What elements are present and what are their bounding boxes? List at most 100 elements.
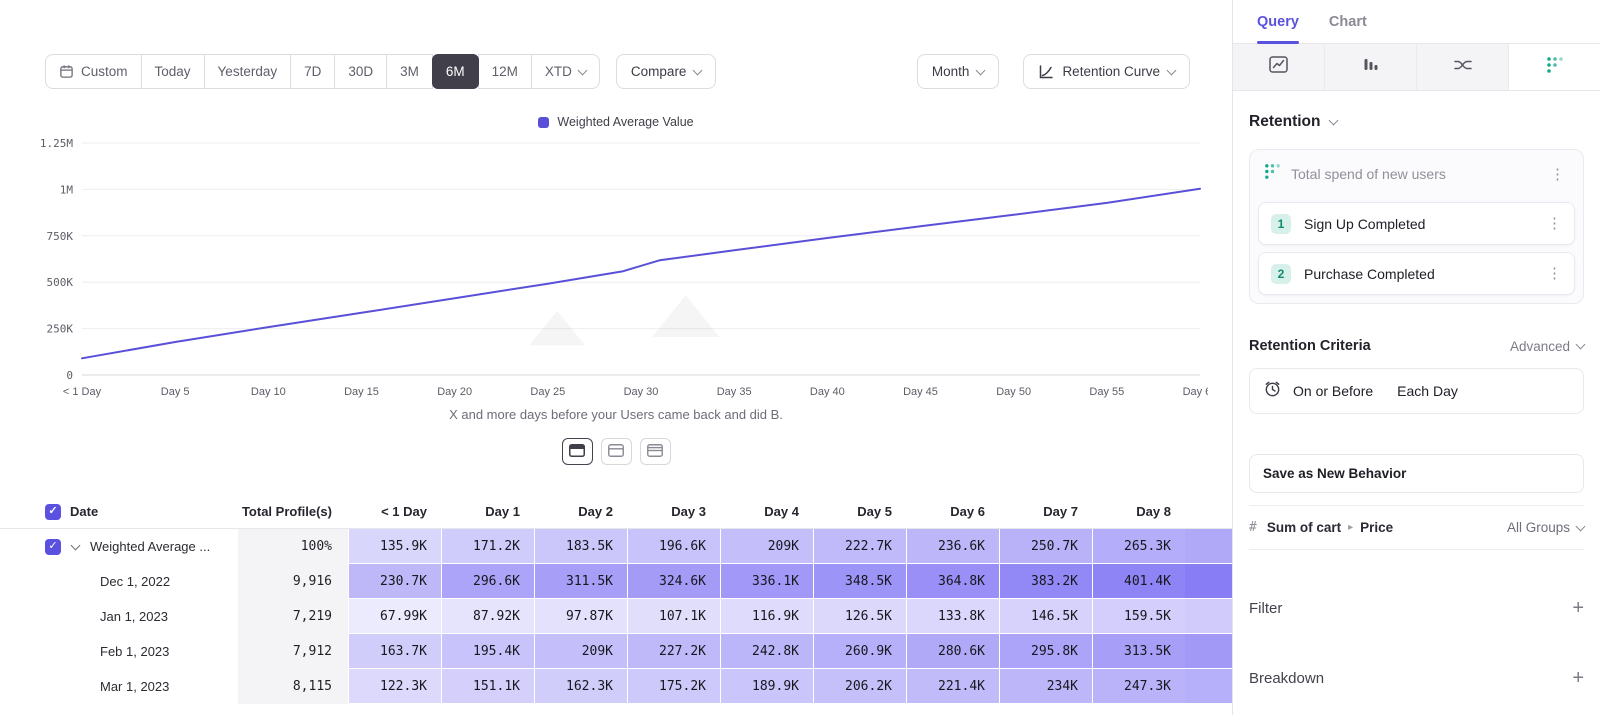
criteria-frequency[interactable]: Each Day: [1397, 383, 1458, 399]
retention-cell[interactable]: 146.5K: [999, 599, 1092, 634]
retention-cell[interactable]: 401.4K: [1092, 564, 1185, 599]
add-breakdown-button[interactable]: +: [1572, 668, 1584, 688]
tab-chart[interactable]: Chart: [1329, 14, 1367, 43]
retention-section-dropdown[interactable]: Retention: [1249, 113, 1584, 131]
retention-cell[interactable]: 195.4K: [441, 634, 534, 669]
retention-cell[interactable]: 159.5K: [1092, 599, 1185, 634]
range-button-6m[interactable]: 6M: [432, 54, 479, 89]
retention-chart-svg[interactable]: 0250K500K750K1M1.25M< 1 DayDay 5Day 10Da…: [24, 133, 1208, 405]
retention-cell[interactable]: 135.9K: [348, 529, 441, 564]
retention-cell[interactable]: 313.5K: [1092, 634, 1185, 669]
retention-cell[interactable]: 348.5K: [813, 564, 906, 599]
retention-cell[interactable]: 295.8K: [999, 634, 1092, 669]
range-button-today[interactable]: Today: [141, 54, 205, 89]
chart-type-dropdown[interactable]: Retention Curve: [1023, 54, 1190, 89]
retention-cell[interactable]: 324.6K: [627, 564, 720, 599]
range-button-xtd[interactable]: XTD: [531, 54, 600, 89]
retention-cell[interactable]: 122.3K: [348, 669, 441, 704]
range-button-30d[interactable]: 30D: [334, 54, 387, 89]
retention-cell[interactable]: 116.9K: [720, 599, 813, 634]
table-row[interactable]: Jan 1, 20237,21967.99K87.92K97.87K107.1K…: [0, 599, 1232, 634]
advanced-dropdown[interactable]: Advanced: [1510, 339, 1584, 354]
criteria-condition[interactable]: On or Before: [1293, 383, 1373, 399]
column-header-day-5[interactable]: Day 5: [813, 495, 906, 528]
criteria-row[interactable]: On or Before Each Day: [1249, 368, 1584, 414]
range-button-7d[interactable]: 7D: [290, 54, 335, 89]
retention-cell[interactable]: 151.1K: [441, 669, 534, 704]
retention-cell[interactable]: 175.2K: [627, 669, 720, 704]
retention-cell[interactable]: 250.7K: [999, 529, 1092, 564]
flows-report-button[interactable]: [1417, 44, 1509, 90]
table-layout-table-button[interactable]: [640, 438, 671, 465]
select-all-checkbox[interactable]: ✓: [45, 504, 61, 520]
funnels-report-button[interactable]: [1325, 44, 1417, 90]
retention-cell[interactable]: 87.92K: [441, 599, 534, 634]
column-header-day-1[interactable]: Day 1: [441, 495, 534, 528]
tab-query[interactable]: Query: [1257, 14, 1299, 43]
column-header-total-profile-s-[interactable]: Total Profile(s): [238, 495, 348, 528]
retention-cell[interactable]: 280.6K: [906, 634, 999, 669]
retention-cell[interactable]: 107.1K: [627, 599, 720, 634]
table-row[interactable]: Dec 1, 20229,916230.7K296.6K311.5K324.6K…: [0, 564, 1232, 599]
retention-cell[interactable]: 311.5K: [534, 564, 627, 599]
retention-cell[interactable]: 236.6K: [906, 529, 999, 564]
column-header-day-3[interactable]: Day 3: [627, 495, 720, 528]
table-row[interactable]: Mar 1, 20238,115122.3K151.1K162.3K175.2K…: [0, 669, 1232, 704]
compare-button[interactable]: Compare: [616, 54, 717, 89]
column-header-day-4[interactable]: Day 4: [720, 495, 813, 528]
retention-cell[interactable]: 162.3K: [534, 669, 627, 704]
retention-cell[interactable]: 383.2K: [999, 564, 1092, 599]
retention-cell[interactable]: 247.3K: [1092, 669, 1185, 704]
retention-cell[interactable]: 67.99K: [348, 599, 441, 634]
table-layout-chart-button[interactable]: [601, 438, 632, 465]
column-header-day-6[interactable]: Day 6: [906, 495, 999, 528]
retention-cell[interactable]: 171.2K: [441, 529, 534, 564]
row-checkbox[interactable]: ✓: [45, 539, 61, 555]
behavior-step-2[interactable]: 2 Purchase Completed ⋮: [1258, 252, 1575, 295]
kebab-menu-icon[interactable]: ⋮: [1543, 266, 1566, 281]
retention-cell[interactable]: 364.8K: [906, 564, 999, 599]
add-filter-button[interactable]: +: [1572, 598, 1584, 618]
table-row[interactable]: Feb 1, 20237,912163.7K195.4K209K227.2K24…: [0, 634, 1232, 669]
column-header-day-2[interactable]: Day 2: [534, 495, 627, 528]
kebab-menu-icon[interactable]: ⋮: [1546, 167, 1569, 182]
retention-cell[interactable]: 133.8K: [906, 599, 999, 634]
behavior-step-1[interactable]: 1 Sign Up Completed ⋮: [1258, 202, 1575, 245]
chevron-down-icon[interactable]: [71, 540, 81, 550]
table-row[interactable]: ✓Weighted Average ...100%135.9K171.2K183…: [0, 529, 1232, 564]
retention-cell[interactable]: 209K: [720, 529, 813, 564]
retention-cell[interactable]: 227.2K: [627, 634, 720, 669]
retention-cell[interactable]: 221.4K: [906, 669, 999, 704]
retention-cell[interactable]: 296.6K: [441, 564, 534, 599]
retention-cell[interactable]: 222.7K: [813, 529, 906, 564]
column-header-day-8[interactable]: Day 8: [1092, 495, 1185, 528]
retention-cell[interactable]: 336.1K: [720, 564, 813, 599]
retention-cell[interactable]: 230.7K: [348, 564, 441, 599]
range-button-12m[interactable]: 12M: [478, 54, 532, 89]
range-button-custom[interactable]: Custom: [45, 54, 142, 89]
retention-cell[interactable]: 183.5K: [534, 529, 627, 564]
retention-cell[interactable]: 206.2K: [813, 669, 906, 704]
retention-cell[interactable]: 163.7K: [348, 634, 441, 669]
kebab-menu-icon[interactable]: ⋮: [1543, 216, 1566, 231]
retention-report-button[interactable]: [1509, 44, 1600, 90]
column-header--1-day[interactable]: < 1 Day: [348, 495, 441, 528]
retention-cell[interactable]: 260.9K: [813, 634, 906, 669]
retention-cell[interactable]: 265.3K: [1092, 529, 1185, 564]
granularity-dropdown[interactable]: Month: [917, 54, 1000, 89]
date-column-header[interactable]: ✓ Date: [0, 495, 238, 528]
retention-cell[interactable]: 196.6K: [627, 529, 720, 564]
insights-report-button[interactable]: [1233, 44, 1325, 90]
save-behavior-button[interactable]: Save as New Behavior: [1249, 454, 1584, 493]
retention-cell[interactable]: 189.9K: [720, 669, 813, 704]
retention-cell[interactable]: 242.8K: [720, 634, 813, 669]
retention-cell[interactable]: 209K: [534, 634, 627, 669]
column-header-day-7[interactable]: Day 7: [999, 495, 1092, 528]
retention-cell[interactable]: 126.5K: [813, 599, 906, 634]
measure-row[interactable]: # Sum of cart ▸ Price All Groups: [1249, 505, 1584, 550]
range-button-yesterday[interactable]: Yesterday: [204, 54, 292, 89]
retention-cell[interactable]: 97.87K: [534, 599, 627, 634]
retention-cell[interactable]: 234K: [999, 669, 1092, 704]
groups-dropdown[interactable]: All Groups: [1507, 520, 1584, 535]
range-button-3m[interactable]: 3M: [386, 54, 433, 89]
